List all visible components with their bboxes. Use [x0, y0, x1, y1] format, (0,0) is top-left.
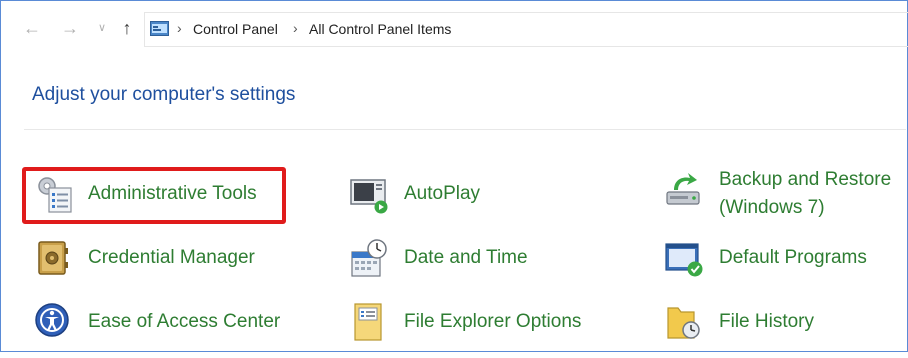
arrow-up-icon: ↑ — [122, 18, 132, 38]
control-panel-icon — [150, 21, 169, 36]
item-label: Ease of Access Center — [88, 311, 281, 332]
item-ease-of-access[interactable]: Ease of Access Center — [34, 302, 294, 358]
file-history-icon — [667, 307, 700, 339]
breadcrumb-control-panel[interactable]: Control Panel — [193, 19, 278, 39]
chevron-right-icon: › — [177, 20, 182, 36]
chevron-right-icon: › — [293, 20, 298, 36]
item-label: File History — [719, 311, 815, 332]
item-credential-manager[interactable]: Credential Manager — [34, 238, 274, 294]
item-date-time[interactable]: Date and Time — [349, 238, 549, 294]
item-backup-restore[interactable]: Backup and Restore (Windows 7) — [664, 166, 904, 228]
date-time-icon — [351, 239, 387, 277]
item-label: Credential Manager — [88, 247, 255, 268]
item-label-line2: (Windows 7) — [719, 197, 825, 218]
up-button[interactable]: ↑ — [117, 16, 137, 40]
divider — [24, 129, 906, 130]
ease-of-access-icon — [35, 303, 69, 337]
item-label: Date and Time — [404, 247, 528, 268]
address-bar: ← → ∨ ↑ › Control Panel › All Control Pa… — [0, 0, 908, 50]
breadcrumb-all-items[interactable]: All Control Panel Items — [309, 19, 451, 39]
default-programs-icon — [665, 243, 703, 277]
autoplay-icon — [350, 179, 388, 214]
highlight-box — [22, 167, 286, 224]
file-explorer-options-icon — [354, 303, 382, 341]
item-default-programs[interactable]: Default Programs — [664, 238, 904, 294]
item-label: Backup and Restore — [719, 169, 892, 190]
recent-locations-button[interactable]: ∨ — [92, 16, 112, 40]
forward-button[interactable]: → — [60, 16, 80, 40]
item-label: Default Programs — [719, 247, 867, 268]
item-autoplay[interactable]: AutoPlay — [349, 174, 499, 230]
item-label: File Explorer Options — [404, 311, 582, 332]
back-button[interactable]: ← — [22, 16, 42, 40]
credential-manager-icon — [38, 241, 68, 275]
item-file-history[interactable]: File History — [664, 302, 864, 358]
address-field[interactable]: › Control Panel › All Control Panel Item… — [144, 12, 908, 47]
backup-restore-icon — [666, 173, 700, 205]
item-file-explorer-options[interactable]: File Explorer Options — [349, 302, 599, 358]
arrow-right-icon: → — [61, 18, 79, 38]
chevron-down-icon: ∨ — [97, 22, 107, 34]
page-title: Adjust your computer's settings — [32, 84, 296, 105]
arrow-left-icon: ← — [23, 18, 41, 38]
item-label: AutoPlay — [404, 183, 481, 204]
